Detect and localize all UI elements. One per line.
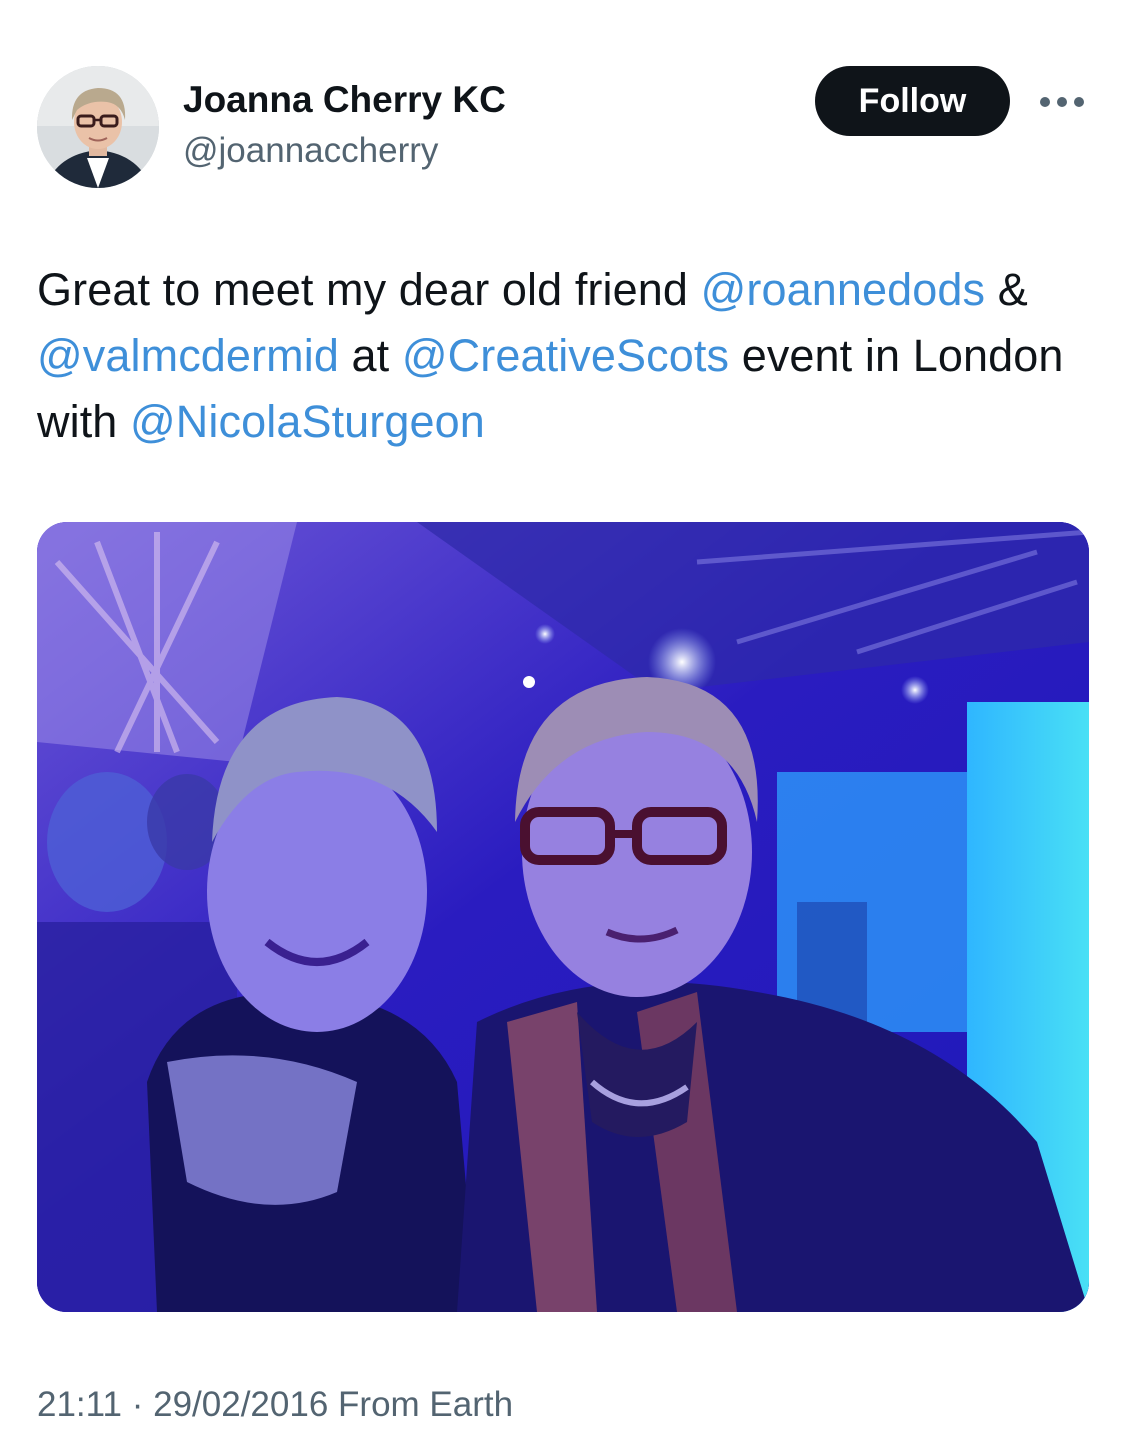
more-options-button[interactable]: [1034, 82, 1090, 122]
tweet-text: Great to meet my dear old friend @roanne…: [37, 257, 1097, 455]
tweet-source: From Earth: [338, 1385, 514, 1424]
tweet-date[interactable]: 29/02/2016: [153, 1385, 328, 1424]
tweet-meta: 21:11 · 29/02/2016 From Earth: [37, 1382, 513, 1428]
author-handle[interactable]: @joannaccherry: [183, 128, 438, 174]
follow-button[interactable]: Follow: [815, 66, 1010, 136]
event-photo-icon: [37, 522, 1089, 1312]
tweet-text-segment: at: [338, 330, 402, 381]
tweet-time[interactable]: 21:11: [37, 1385, 122, 1424]
tweet-text-segment: &: [985, 264, 1028, 315]
mention-link-nicolasturgeon[interactable]: @NicolaSturgeon: [130, 396, 485, 447]
mention-link-roannedods[interactable]: @roannedods: [701, 264, 985, 315]
profile-photo-icon: [37, 66, 159, 188]
tweet-photo[interactable]: [37, 522, 1089, 1312]
more-dots-icon: [1040, 97, 1084, 107]
author-name[interactable]: Joanna Cherry KC: [183, 76, 506, 124]
tweet-text-segment: Great to meet my dear old friend: [37, 264, 701, 315]
author-avatar[interactable]: [37, 66, 159, 188]
meta-separator: ·: [131, 1385, 144, 1424]
tweet: Joanna Cherry KC @joannaccherry Follow G…: [0, 0, 1125, 1432]
mention-link-creativescots[interactable]: @CreativeScots: [402, 330, 729, 381]
mention-link-valmcdermid[interactable]: @valmcdermid: [37, 330, 339, 381]
